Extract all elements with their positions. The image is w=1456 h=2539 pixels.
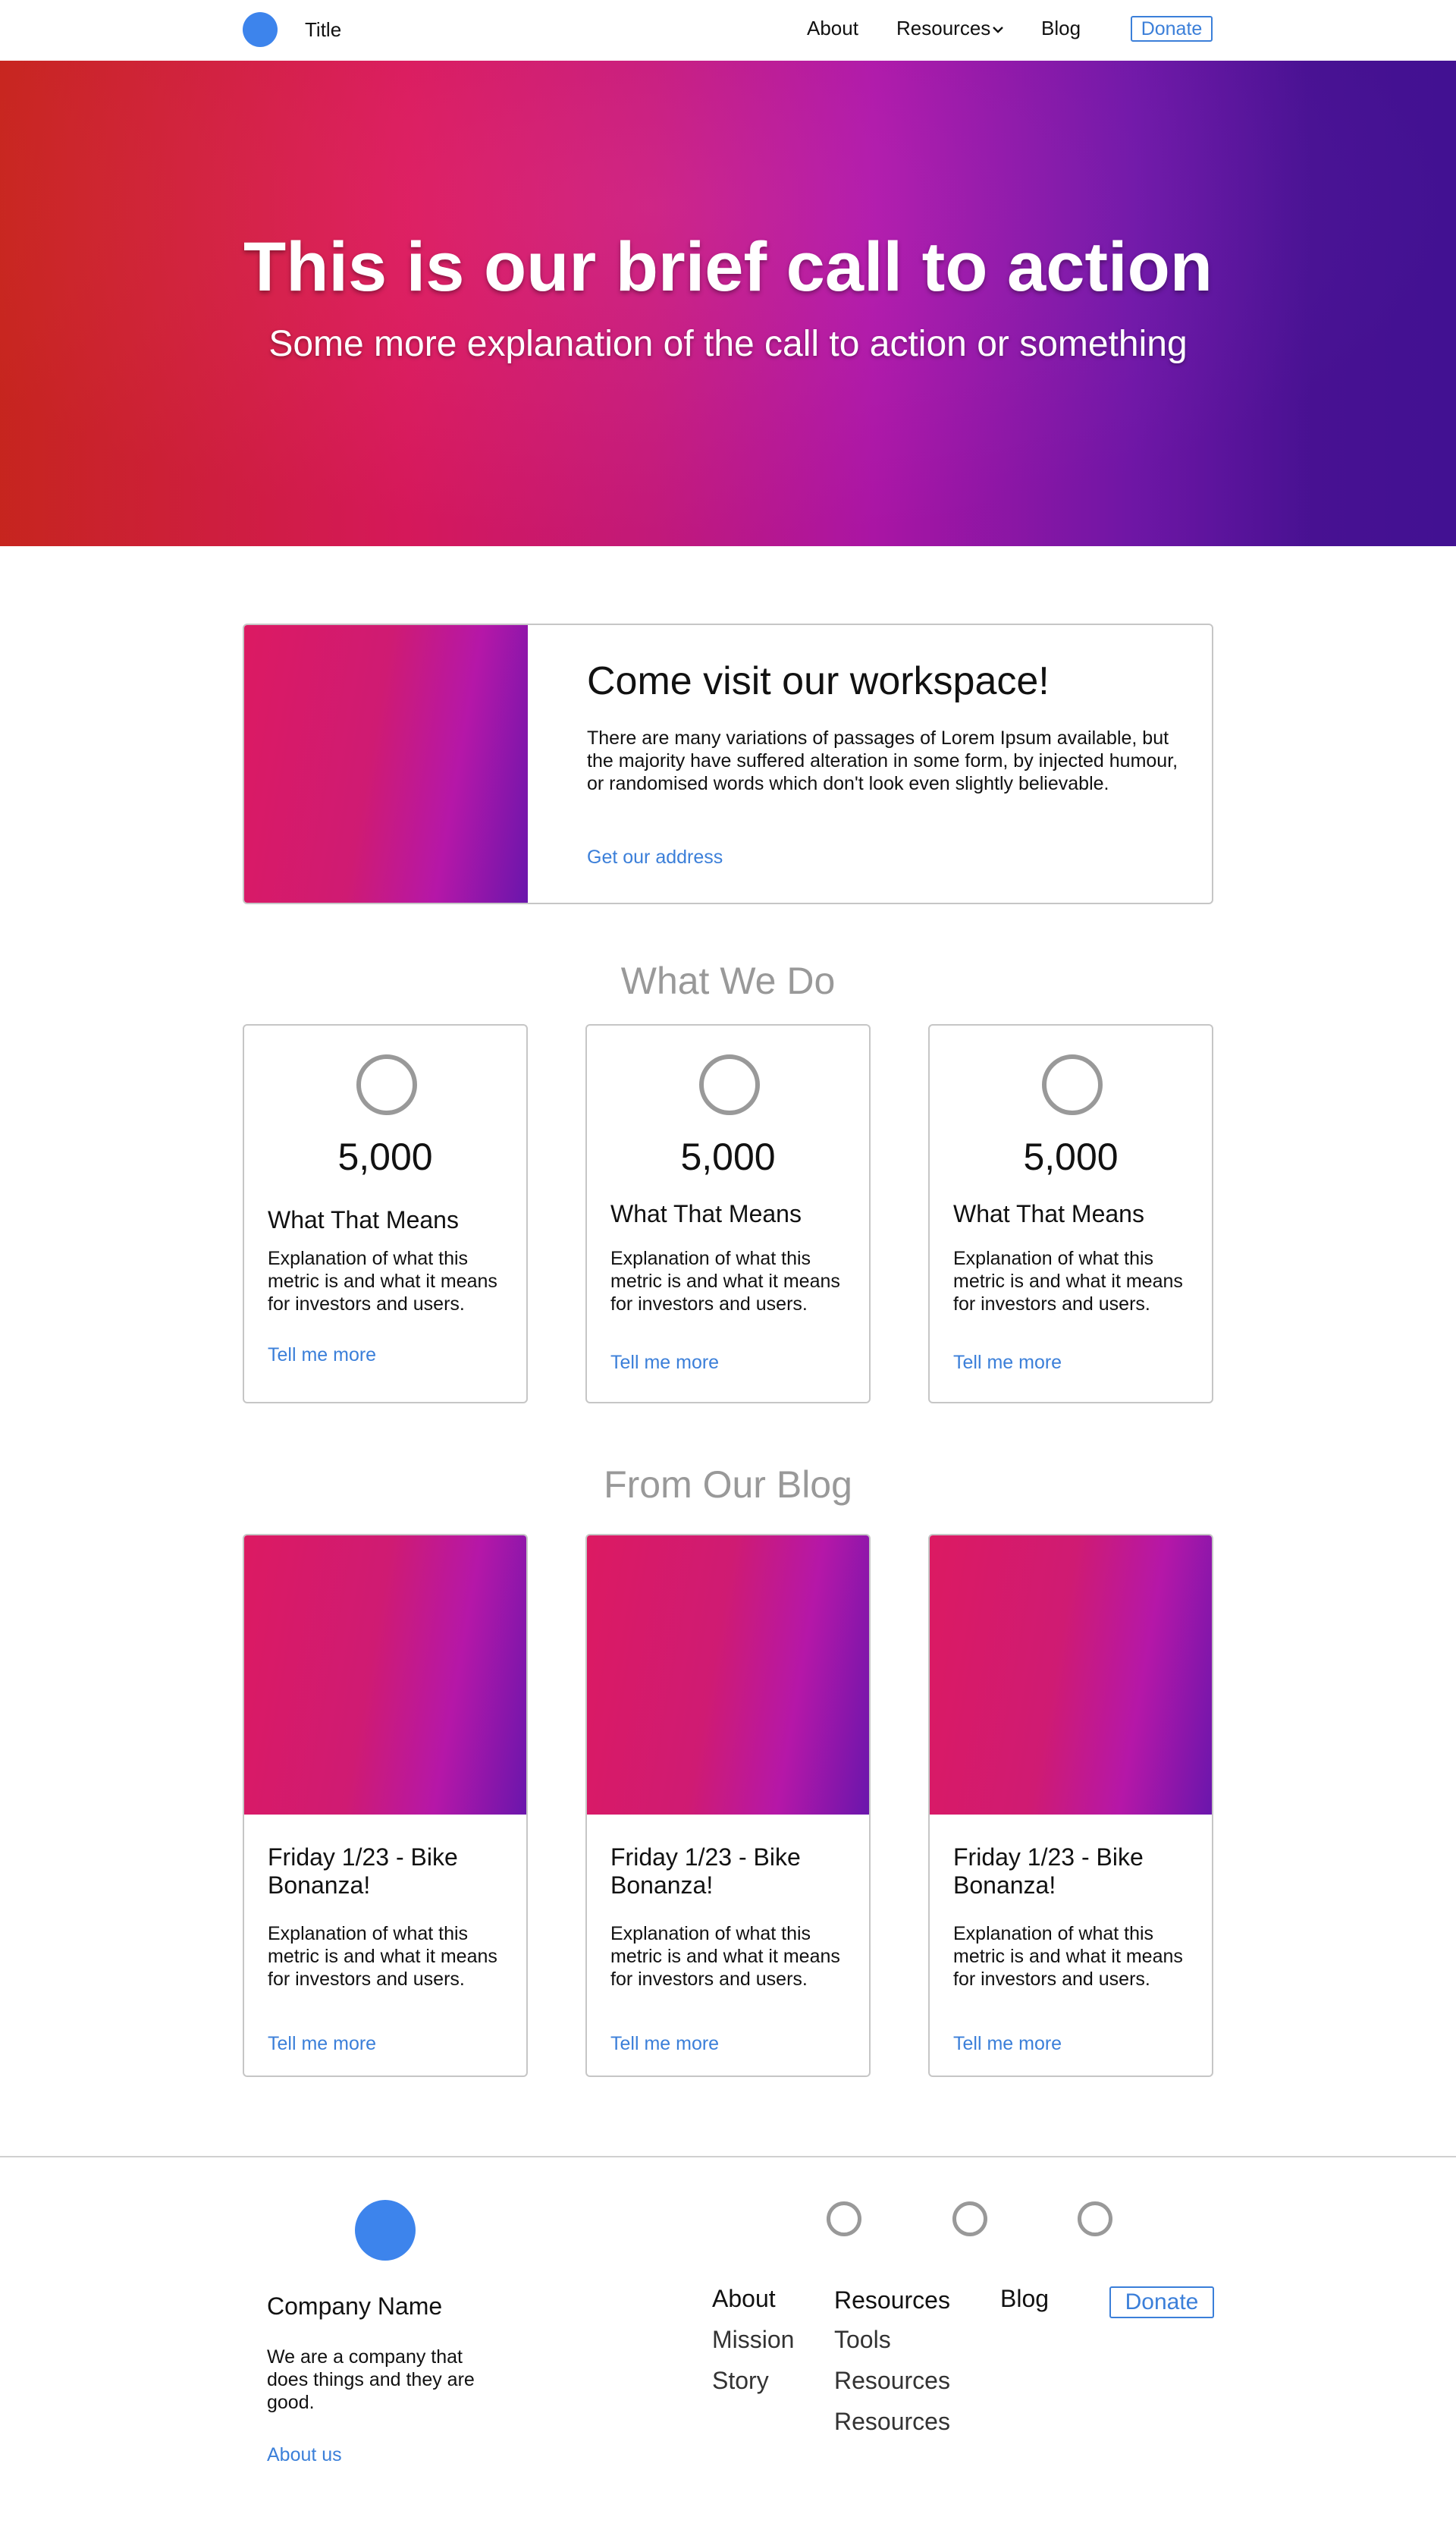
footer-link-story[interactable]: Story xyxy=(712,2367,769,2395)
metric-circle-icon xyxy=(356,1054,417,1115)
hero-subtitle: Some more explanation of the call to act… xyxy=(268,324,1188,364)
footer-divider xyxy=(0,2156,1456,2157)
blog-title: Friday 1/23 - Bike Bonanza! xyxy=(953,1843,1144,1899)
blog-image xyxy=(587,1535,869,1815)
footer-link-mission[interactable]: Mission xyxy=(712,2326,794,2354)
metric-label: What That Means xyxy=(268,1206,459,1233)
donate-button[interactable]: Donate xyxy=(1131,16,1213,42)
nav-link-resources[interactable]: Resources xyxy=(896,17,1004,40)
metric-label: What That Means xyxy=(953,1200,1144,1227)
chevron-down-icon xyxy=(993,27,1004,33)
hero-banner: This is our brief call to action Some mo… xyxy=(0,61,1456,546)
blog-title: Friday 1/23 - Bike Bonanza! xyxy=(610,1843,801,1899)
metric-card: 5,000 What That Means Explanation of wha… xyxy=(585,1024,871,1403)
blog-card: Friday 1/23 - Bike Bonanza! Explanation … xyxy=(585,1534,871,2077)
footer-link-tools[interactable]: Tools xyxy=(834,2326,891,2354)
workspace-title: Come visit our workspace! xyxy=(587,659,1050,703)
logo-icon[interactable] xyxy=(243,12,278,47)
metric-value: 5,000 xyxy=(1023,1136,1119,1178)
blog-card: Friday 1/23 - Bike Bonanza! Explanation … xyxy=(928,1534,1213,2077)
tell-me-more-link[interactable]: Tell me more xyxy=(268,1344,376,1366)
social-icon[interactable] xyxy=(1078,2201,1112,2236)
metric-text: Explanation of what this metric is and w… xyxy=(610,1248,840,1315)
tell-me-more-link[interactable]: Tell me more xyxy=(268,2033,376,2055)
footer-link-resources-item[interactable]: Resources xyxy=(834,2408,950,2436)
footer-link-resources[interactable]: Resources xyxy=(834,2286,950,2314)
metric-text: Explanation of what this metric is and w… xyxy=(953,1248,1183,1315)
company-description: We are a company that does things and th… xyxy=(267,2346,475,2413)
nav-link-about[interactable]: About xyxy=(807,17,858,40)
blog-image xyxy=(930,1535,1212,1815)
metric-label: What That Means xyxy=(610,1200,802,1227)
metric-card: 5,000 What That Means Explanation of wha… xyxy=(928,1024,1213,1403)
footer-logo-icon[interactable] xyxy=(355,2200,416,2261)
blog-text: Explanation of what this metric is and w… xyxy=(610,1923,840,1990)
metric-text: Explanation of what this metric is and w… xyxy=(268,1248,497,1315)
blog-title: Friday 1/23 - Bike Bonanza! xyxy=(268,1843,458,1899)
metric-value: 5,000 xyxy=(337,1136,433,1178)
footer-link-resources-item[interactable]: Resources xyxy=(834,2367,950,2395)
hero-title: This is our brief call to action xyxy=(243,228,1213,306)
what-we-do-heading: What We Do xyxy=(620,960,836,1002)
footer-link-about[interactable]: About xyxy=(712,2285,776,2313)
tell-me-more-link[interactable]: Tell me more xyxy=(953,1352,1062,1374)
tell-me-more-link[interactable]: Tell me more xyxy=(610,1352,719,1374)
footer-donate-button[interactable]: Donate xyxy=(1109,2286,1214,2318)
blog-image xyxy=(244,1535,526,1815)
about-us-link[interactable]: About us xyxy=(267,2444,342,2466)
company-name: Company Name xyxy=(267,2292,443,2320)
footer-link-blog[interactable]: Blog xyxy=(1000,2285,1049,2313)
metric-value: 5,000 xyxy=(680,1136,776,1178)
nav-link-resources-label: Resources xyxy=(896,17,991,39)
social-icon[interactable] xyxy=(952,2201,987,2236)
social-icon[interactable] xyxy=(827,2201,861,2236)
workspace-card: Come visit our workspace! There are many… xyxy=(243,624,1213,904)
blog-text: Explanation of what this metric is and w… xyxy=(953,1923,1183,1990)
tell-me-more-link[interactable]: Tell me more xyxy=(610,2033,719,2055)
metric-circle-icon xyxy=(699,1054,760,1115)
metric-circle-icon xyxy=(1042,1054,1103,1115)
get-address-link[interactable]: Get our address xyxy=(587,847,723,869)
workspace-image xyxy=(244,625,528,903)
top-navbar: Title About Resources Blog Donate xyxy=(0,0,1456,61)
blog-heading: From Our Blog xyxy=(604,1463,852,1506)
site-title[interactable]: Title xyxy=(305,18,341,42)
blog-text: Explanation of what this metric is and w… xyxy=(268,1923,497,1990)
workspace-text: There are many variations of passages of… xyxy=(587,727,1178,794)
metric-card: 5,000 What That Means Explanation of wha… xyxy=(243,1024,528,1403)
tell-me-more-link[interactable]: Tell me more xyxy=(953,2033,1062,2055)
nav-link-blog[interactable]: Blog xyxy=(1041,17,1081,40)
blog-card: Friday 1/23 - Bike Bonanza! Explanation … xyxy=(243,1534,528,2077)
